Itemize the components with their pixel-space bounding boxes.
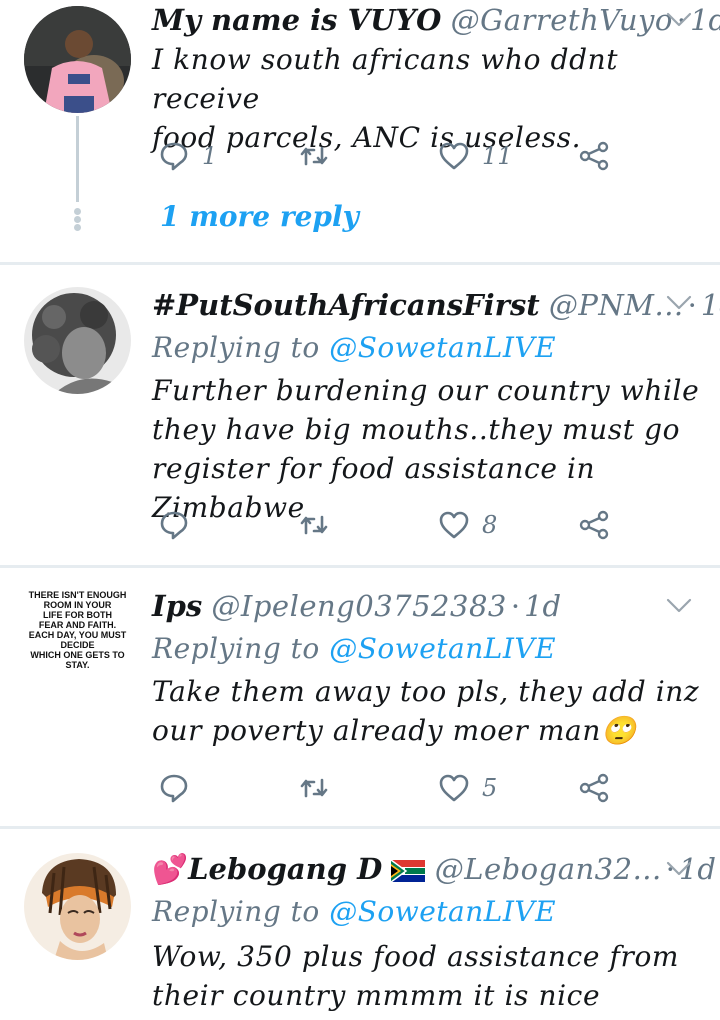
tweet-text-line: Further burdening our country while — [152, 374, 700, 407]
avatar[interactable] — [24, 287, 131, 394]
chevron-down-icon[interactable] — [666, 596, 692, 616]
like-icon — [439, 142, 469, 170]
replying-to-handle[interactable]: @SowetanLIVE — [329, 632, 556, 665]
user-handle[interactable]: @GarrethVuyo — [451, 3, 673, 37]
retweet-icon — [300, 146, 328, 166]
retweet-button[interactable] — [298, 136, 342, 176]
reply-button[interactable] — [158, 768, 202, 808]
thread-dot — [74, 208, 81, 215]
tweet-text: Wow, 350 plus food assistance from their… — [152, 937, 712, 1015]
timestamp[interactable]: 1d — [701, 288, 720, 322]
reply-icon — [160, 511, 188, 540]
replying-to: Replying to @SowetanLIVE — [152, 632, 556, 665]
tweet-text-line: they have big mouths..they must go — [152, 413, 681, 446]
chevron-down-icon[interactable] — [666, 10, 692, 30]
display-name[interactable]: My name is VUYO — [152, 3, 441, 37]
like-count: 5 — [482, 774, 498, 802]
tweet-header: #PutSouthAfricansFirst @PNM...·1d — [152, 291, 720, 320]
replying-to: Replying to @SowetanLIVE — [152, 331, 556, 364]
display-name[interactable]: Lebogang D — [188, 852, 382, 886]
user-handle[interactable]: @Lebogan32... — [435, 852, 662, 886]
retweet-button[interactable] — [298, 768, 342, 808]
tweet-header: 💕Lebogang D @Lebogan32... · 1d — [152, 855, 716, 884]
tweet-text-line: their country mmmm it is nice — [152, 979, 601, 1012]
share-icon — [579, 773, 609, 803]
replying-to: Replying to @SowetanLIVE — [152, 895, 556, 928]
tweet-text: Further burdening our country while they… — [152, 371, 712, 527]
replying-to-label: Replying to — [152, 331, 320, 364]
retweet-icon — [300, 778, 328, 798]
more-replies-link[interactable]: 1 more reply — [160, 200, 359, 233]
tweet-text-line: I know south africans who ddnt receive — [152, 43, 619, 115]
tweet-header: Ips @Ipeleng03752383 · 1d — [152, 592, 561, 621]
avatar-quote-line: EACH DAY, YOU MUST DECIDE — [28, 629, 127, 650]
action-bar: 1 11 — [152, 136, 622, 176]
avatar-quote-line: WHICH ONE GETS TO STAY. — [30, 649, 125, 670]
tweet-3[interactable]: THERE ISN'T ENOUGH ROOM IN YOUR LIFE FOR… — [0, 568, 720, 826]
share-icon — [579, 510, 609, 540]
tweet-4[interactable]: 💕Lebogang D @Lebogan32... · 1d Replying to… — [0, 829, 720, 1020]
tweet-header: My name is VUYO @GarrethVuyo·1d — [152, 6, 720, 35]
like-count: 8 — [482, 511, 498, 539]
action-bar: 8 — [152, 505, 622, 545]
share-button[interactable] — [578, 768, 610, 808]
avatar[interactable]: THERE ISN'T ENOUGH ROOM IN YOUR LIFE FOR… — [20, 572, 135, 687]
retweet-button[interactable] — [298, 505, 342, 545]
heart-emoji-icon: 💕 — [152, 852, 189, 886]
display-name[interactable]: #PutSouthAfricansFirst — [152, 288, 540, 322]
replying-to-label: Replying to — [152, 632, 320, 665]
like-icon — [439, 774, 469, 802]
timestamp[interactable]: 1d — [524, 589, 561, 623]
replying-to-handle[interactable]: @SowetanLIVE — [329, 331, 556, 364]
avatar[interactable] — [24, 853, 131, 960]
like-button[interactable]: 11 — [438, 136, 513, 176]
chevron-down-icon[interactable] — [666, 293, 692, 313]
tweet-text-line: Wow, 350 plus food assistance from — [152, 940, 680, 973]
like-count: 11 — [482, 142, 513, 170]
avatar-quote-line: FEAR AND FAITH. — [38, 619, 117, 630]
action-bar: 5 — [152, 768, 622, 808]
retweet-icon — [300, 515, 328, 535]
avatar-quote-line: ROOM IN YOUR — [43, 599, 112, 610]
reply-icon — [160, 142, 188, 171]
share-button[interactable] — [578, 505, 610, 545]
thread-dot — [74, 216, 81, 223]
tweet-2[interactable]: #PutSouthAfricansFirst @PNM...·1d Replyi… — [0, 265, 720, 565]
reply-icon — [160, 774, 188, 803]
like-button[interactable]: 5 — [438, 768, 497, 808]
share-button[interactable] — [578, 136, 610, 176]
avatar-quote-line: LIFE FOR BOTH — [43, 609, 112, 620]
replying-to-handle[interactable]: @SowetanLIVE — [329, 895, 556, 928]
tweet-1[interactable]: My name is VUYO @GarrethVuyo·1d I know s… — [0, 0, 720, 262]
tweet-text: Take them away too pls, they add inz our… — [152, 672, 712, 750]
like-icon — [439, 511, 469, 539]
avatar[interactable] — [24, 6, 131, 113]
reply-button[interactable]: 1 — [158, 136, 217, 176]
south-africa-flag-icon — [391, 860, 426, 882]
display-name[interactable]: Ips — [152, 589, 202, 623]
user-handle[interactable]: @PNM... — [549, 288, 684, 322]
tweet-text-line: our poverty already moer man🙄 — [152, 714, 637, 747]
chevron-down-icon[interactable] — [666, 859, 692, 879]
reply-count: 1 — [202, 142, 218, 170]
like-button[interactable]: 8 — [438, 505, 497, 545]
thread-line — [76, 116, 79, 202]
thread-dot — [74, 224, 81, 231]
reply-button[interactable] — [158, 505, 202, 545]
replying-to-label: Replying to — [152, 895, 320, 928]
tweet-text-line: Take them away too pls, they add inz — [152, 675, 700, 708]
timestamp[interactable]: 1d — [690, 3, 720, 37]
user-handle[interactable]: @Ipeleng03752383 — [211, 589, 506, 623]
share-icon — [579, 141, 609, 171]
avatar-quote-line: THERE ISN'T ENOUGH — [28, 589, 127, 600]
separator-dot: · — [510, 589, 521, 623]
